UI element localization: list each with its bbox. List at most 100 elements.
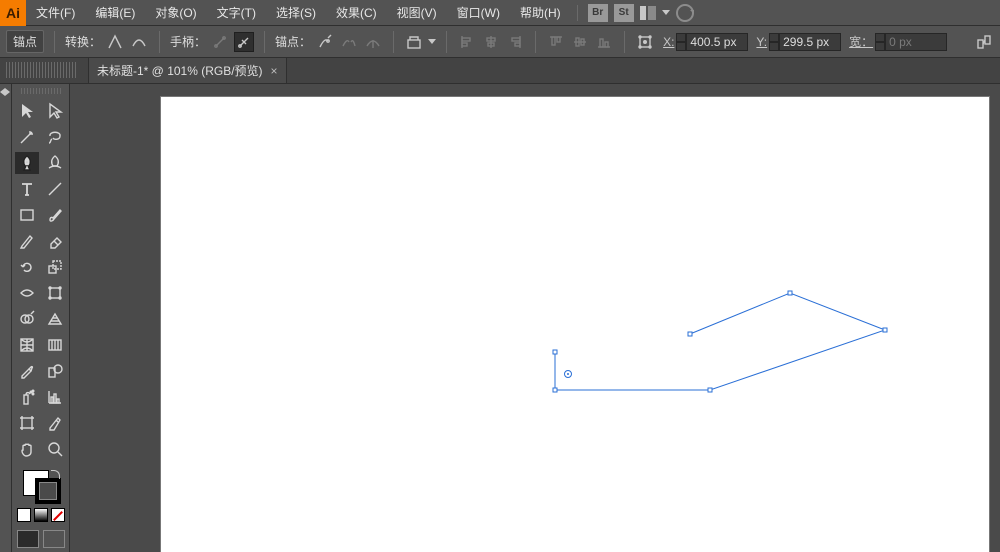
x-stepper[interactable] xyxy=(676,33,686,51)
tool-zoom[interactable] xyxy=(43,438,67,460)
tool-symbol-spray[interactable] xyxy=(15,386,39,408)
menu-help[interactable]: 帮助(H) xyxy=(510,0,571,26)
tool-rectangle[interactable] xyxy=(15,204,39,226)
anchor-point[interactable] xyxy=(553,388,558,393)
align-bottom-icon[interactable] xyxy=(594,32,614,52)
arrange-documents-button[interactable] xyxy=(640,6,670,20)
tab-close-button[interactable]: × xyxy=(271,64,278,78)
align-right-icon[interactable] xyxy=(505,32,525,52)
tool-width[interactable] xyxy=(15,282,39,304)
tool-eraser[interactable] xyxy=(43,230,67,252)
tool-brush[interactable] xyxy=(43,204,67,226)
align-vcenter-icon[interactable] xyxy=(570,32,590,52)
fill-stroke-swatch[interactable] xyxy=(21,470,61,504)
tool-mesh[interactable] xyxy=(15,334,39,356)
cut-path-icon[interactable] xyxy=(363,32,383,52)
tool-direct-selection[interactable] xyxy=(43,100,67,122)
collapse-rail[interactable] xyxy=(0,84,12,552)
tool-lasso[interactable] xyxy=(43,126,67,148)
color-mode-gradient[interactable] xyxy=(34,508,48,522)
w-stepper[interactable] xyxy=(875,33,885,51)
selected-path[interactable] xyxy=(550,290,890,410)
canvas-area[interactable] xyxy=(70,84,1000,552)
menu-select[interactable]: 选择(S) xyxy=(266,0,326,26)
tool-magic-wand[interactable] xyxy=(15,126,39,148)
menu-effect[interactable]: 效果(C) xyxy=(326,0,387,26)
anchor-mode-label: 锚点 xyxy=(6,30,44,53)
y-stepper[interactable] xyxy=(769,33,779,51)
screen-mode-full[interactable] xyxy=(43,530,65,548)
tool-selection[interactable] xyxy=(15,100,39,122)
tool-line[interactable] xyxy=(43,178,67,200)
stock-button[interactable]: St xyxy=(614,4,634,22)
remove-anchor-icon[interactable] xyxy=(315,32,335,52)
sync-settings-icon[interactable] xyxy=(676,4,694,22)
workspace xyxy=(0,84,1000,552)
menu-window[interactable]: 窗口(W) xyxy=(447,0,510,26)
anchor-point[interactable] xyxy=(788,291,793,296)
anchors-group: 锚点： xyxy=(275,32,383,52)
tool-type[interactable] xyxy=(15,178,39,200)
document-tab-title: 未标题-1* @ 101% (RGB/预览) xyxy=(97,62,263,79)
align-h-group xyxy=(457,32,525,52)
tool-eyedropper[interactable] xyxy=(15,360,39,382)
show-handles-icon[interactable] xyxy=(210,32,230,52)
screen-mode-row xyxy=(17,530,65,548)
align-hcenter-icon[interactable] xyxy=(481,32,501,52)
tool-artboard[interactable] xyxy=(15,412,39,434)
anchor-point[interactable] xyxy=(883,328,888,333)
menu-type[interactable]: 文字(T) xyxy=(207,0,266,26)
anchor-point[interactable] xyxy=(708,388,713,393)
path-center-icon xyxy=(564,370,572,378)
x-label: X: xyxy=(663,35,674,49)
tool-rotate[interactable] xyxy=(15,256,39,278)
x-input[interactable] xyxy=(686,33,748,51)
stroke-swatch[interactable] xyxy=(35,478,61,504)
panel-grip-icon[interactable] xyxy=(6,62,76,78)
reference-point-icon[interactable] xyxy=(635,32,655,52)
anchor-point[interactable] xyxy=(553,350,558,355)
x-field: X: xyxy=(661,33,748,51)
swap-fill-stroke-icon[interactable] xyxy=(51,470,61,480)
color-mode-solid[interactable] xyxy=(17,508,31,522)
color-mode-none[interactable] xyxy=(51,508,65,522)
menu-file[interactable]: 文件(F) xyxy=(26,0,85,26)
tool-curvature[interactable] xyxy=(43,152,67,174)
tool-gradient[interactable] xyxy=(43,334,67,356)
anchor-point[interactable] xyxy=(688,332,693,337)
tool-panel xyxy=(12,84,70,552)
screen-mode-normal[interactable] xyxy=(17,530,39,548)
bridge-button[interactable]: Br xyxy=(588,4,608,22)
constrain-proportions-icon[interactable] xyxy=(974,32,994,52)
tool-perspective[interactable] xyxy=(43,308,67,330)
align-left-icon[interactable] xyxy=(457,32,477,52)
connect-anchor-icon[interactable] xyxy=(339,32,359,52)
tool-shape-builder[interactable] xyxy=(15,308,39,330)
y-input[interactable] xyxy=(779,33,841,51)
hide-handles-icon[interactable] xyxy=(234,32,254,52)
convert-corner-icon[interactable] xyxy=(105,32,125,52)
convert-group: 转换： xyxy=(65,32,149,52)
tool-hand[interactable] xyxy=(15,438,39,460)
w-input xyxy=(885,33,947,51)
convert-smooth-icon[interactable] xyxy=(129,32,149,52)
tool-scale[interactable] xyxy=(43,256,67,278)
isolate-dropdown-icon[interactable] xyxy=(428,39,436,44)
document-tab[interactable]: 未标题-1* @ 101% (RGB/预览) × xyxy=(88,57,287,83)
menu-object[interactable]: 对象(O) xyxy=(145,0,206,26)
tool-pencil[interactable] xyxy=(15,230,39,252)
tool-pen[interactable] xyxy=(15,152,39,174)
tool-graph[interactable] xyxy=(43,386,67,408)
tool-blend[interactable] xyxy=(43,360,67,382)
tool-panel-grip-icon[interactable] xyxy=(21,88,61,94)
y-label: Y: xyxy=(756,35,767,49)
tool-slice[interactable] xyxy=(43,412,67,434)
tool-free-transform[interactable] xyxy=(43,282,67,304)
isolate-button[interactable] xyxy=(404,32,424,52)
y-field: Y: xyxy=(754,33,841,51)
menu-view[interactable]: 视图(V) xyxy=(387,0,447,26)
menu-edit[interactable]: 编辑(E) xyxy=(85,0,145,26)
handles-group: 手柄： xyxy=(170,32,254,52)
align-top-icon[interactable] xyxy=(546,32,566,52)
w-label: 宽： xyxy=(849,33,873,50)
